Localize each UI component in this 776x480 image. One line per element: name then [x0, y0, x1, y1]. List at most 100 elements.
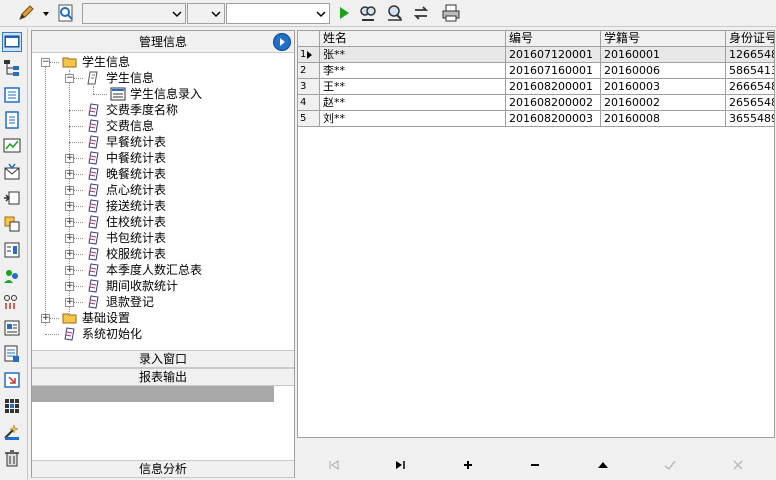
expand-toggle[interactable]: +	[65, 266, 74, 275]
cell-name[interactable]: 刘**	[320, 111, 506, 127]
column-header-id-card[interactable]: 身份证号	[726, 31, 774, 47]
expand-toggle[interactable]: +	[65, 282, 74, 291]
filter-field-combo[interactable]	[82, 3, 186, 24]
cell-name[interactable]: 李**	[320, 63, 506, 79]
window-icon[interactable]	[2, 32, 22, 52]
cell-id-card[interactable]: 2656548	[726, 95, 774, 111]
grid-icon[interactable]	[2, 396, 22, 416]
tree-node-label: 接送统计表	[106, 199, 167, 213]
column-header-name[interactable]: 姓名	[320, 31, 506, 47]
cell-code[interactable]: 201608200003	[506, 111, 601, 127]
report-output-selected-strip[interactable]	[32, 386, 274, 402]
tree-node-label: 早餐统计表	[106, 135, 167, 149]
wizard-icon[interactable]	[2, 422, 22, 442]
column-header-code[interactable]: 编号	[506, 31, 601, 47]
post-record-button[interactable]	[663, 458, 677, 472]
find-next-icon[interactable]	[385, 3, 405, 23]
print-icon[interactable]	[441, 3, 461, 23]
tree-node-label: 学生信息	[106, 71, 155, 85]
cancel-record-button[interactable]	[731, 458, 745, 472]
insert-record-button[interactable]	[461, 458, 475, 472]
info-analysis-bar[interactable]: 信息分析	[32, 460, 294, 478]
cell-student-no[interactable]: 20160008	[601, 111, 726, 127]
document-icon[interactable]	[2, 110, 22, 130]
table-row[interactable]: 2 李** 201607160001 20160006 5865413	[298, 63, 774, 79]
table-row[interactable]: 3 王** 201608200001 20160003 2666548	[298, 79, 774, 95]
first-record-button[interactable]	[327, 458, 341, 472]
preview-icon[interactable]	[56, 3, 76, 23]
current-row-pointer-icon	[307, 51, 312, 59]
last-record-button[interactable]	[393, 458, 407, 472]
find-icon[interactable]	[358, 3, 378, 23]
list-icon[interactable]	[2, 85, 22, 105]
cell-student-no[interactable]: 20160003	[601, 79, 726, 95]
cell-name[interactable]: 王**	[320, 79, 506, 95]
expand-toggle[interactable]: +	[65, 250, 74, 259]
expand-toggle[interactable]: +	[65, 234, 74, 243]
module-icon[interactable]	[2, 188, 22, 208]
tree-node-label: 交费信息	[106, 119, 155, 133]
cell-id-card[interactable]: 5865413	[726, 63, 774, 79]
report-icon[interactable]	[2, 318, 22, 338]
cell-student-no[interactable]: 20160001	[601, 47, 726, 63]
cell-name[interactable]: 赵**	[320, 95, 506, 111]
expand-toggle[interactable]: +	[65, 186, 74, 195]
filter-operator-combo[interactable]	[187, 3, 225, 24]
cell-code[interactable]: 201608200001	[506, 79, 601, 95]
grid-corner-cell	[298, 31, 320, 47]
report-icon	[86, 182, 102, 198]
chart-icon[interactable]	[2, 136, 22, 156]
nav-panel-title: 管理信息	[32, 31, 294, 53]
cell-name[interactable]: 张**	[320, 47, 506, 63]
refresh-icon[interactable]	[411, 3, 431, 23]
chevron-right-icon	[280, 38, 285, 46]
dots-icon[interactable]	[2, 292, 22, 312]
delete-record-button[interactable]	[528, 458, 542, 472]
minus-icon	[531, 464, 539, 466]
table-row[interactable]: 4 赵** 201608200002 20160002 2656548	[298, 95, 774, 111]
filter-value-combo[interactable]	[226, 3, 330, 24]
cell-code[interactable]: 201607120001	[506, 47, 601, 63]
users-icon[interactable]	[2, 266, 22, 286]
tree-node-label: 校服统计表	[106, 247, 167, 261]
expand-toggle[interactable]: +	[65, 154, 74, 163]
expand-toggle[interactable]: +	[65, 202, 74, 211]
expand-basic-settings-toggle[interactable]: +	[41, 314, 50, 323]
table-row[interactable]: 1 张** 201607120001 20160001 1266548	[298, 47, 774, 63]
dropdown-arrow-icon[interactable]	[40, 3, 52, 23]
tree-node-label: 系统初始化	[82, 327, 143, 341]
expand-toggle[interactable]: +	[65, 170, 74, 179]
pencil-icon[interactable]	[16, 3, 36, 23]
triangle-up-icon	[598, 462, 608, 468]
report2-icon[interactable]	[2, 344, 22, 364]
cell-student-no[interactable]: 20160002	[601, 95, 726, 111]
tree-node-label: 学生信息	[82, 55, 131, 69]
cell-id-card[interactable]: 3655489	[726, 111, 774, 127]
report-icon	[86, 278, 102, 294]
collapse-student-info-toggle[interactable]: −	[41, 58, 50, 67]
envelope-icon[interactable]	[2, 162, 22, 182]
student-data-grid[interactable]: 姓名 编号 学籍号 身份证号 1 张** 201607120001 201600…	[297, 30, 775, 438]
run-icon[interactable]	[334, 3, 354, 23]
export-icon[interactable]	[2, 370, 22, 390]
cell-student-no[interactable]: 20160006	[601, 63, 726, 79]
collapse-student-info-sub-toggle[interactable]: −	[65, 74, 74, 83]
properties-icon[interactable]	[2, 240, 22, 260]
tree-icon[interactable]	[2, 58, 22, 78]
cell-code[interactable]: 201607160001	[506, 63, 601, 79]
cell-id-card[interactable]: 1266548	[726, 47, 774, 63]
column-header-student-no[interactable]: 学籍号	[601, 31, 726, 47]
expand-toggle[interactable]: +	[65, 298, 74, 307]
collapse-panel-button[interactable]	[273, 33, 291, 51]
report-icon	[86, 102, 102, 118]
copy-icon[interactable]	[2, 214, 22, 234]
expand-toggle[interactable]: +	[65, 218, 74, 227]
report-icon	[86, 150, 102, 166]
report-output-bar[interactable]: 报表输出	[32, 368, 294, 386]
cell-code[interactable]: 201608200002	[506, 95, 601, 111]
edit-record-button[interactable]	[596, 458, 610, 472]
entry-window-bar[interactable]: 录入窗口	[32, 350, 294, 368]
table-row[interactable]: 5 刘** 201608200003 20160008 3655489	[298, 111, 774, 127]
cell-id-card[interactable]: 2666548	[726, 79, 774, 95]
trash-icon[interactable]	[2, 448, 22, 468]
